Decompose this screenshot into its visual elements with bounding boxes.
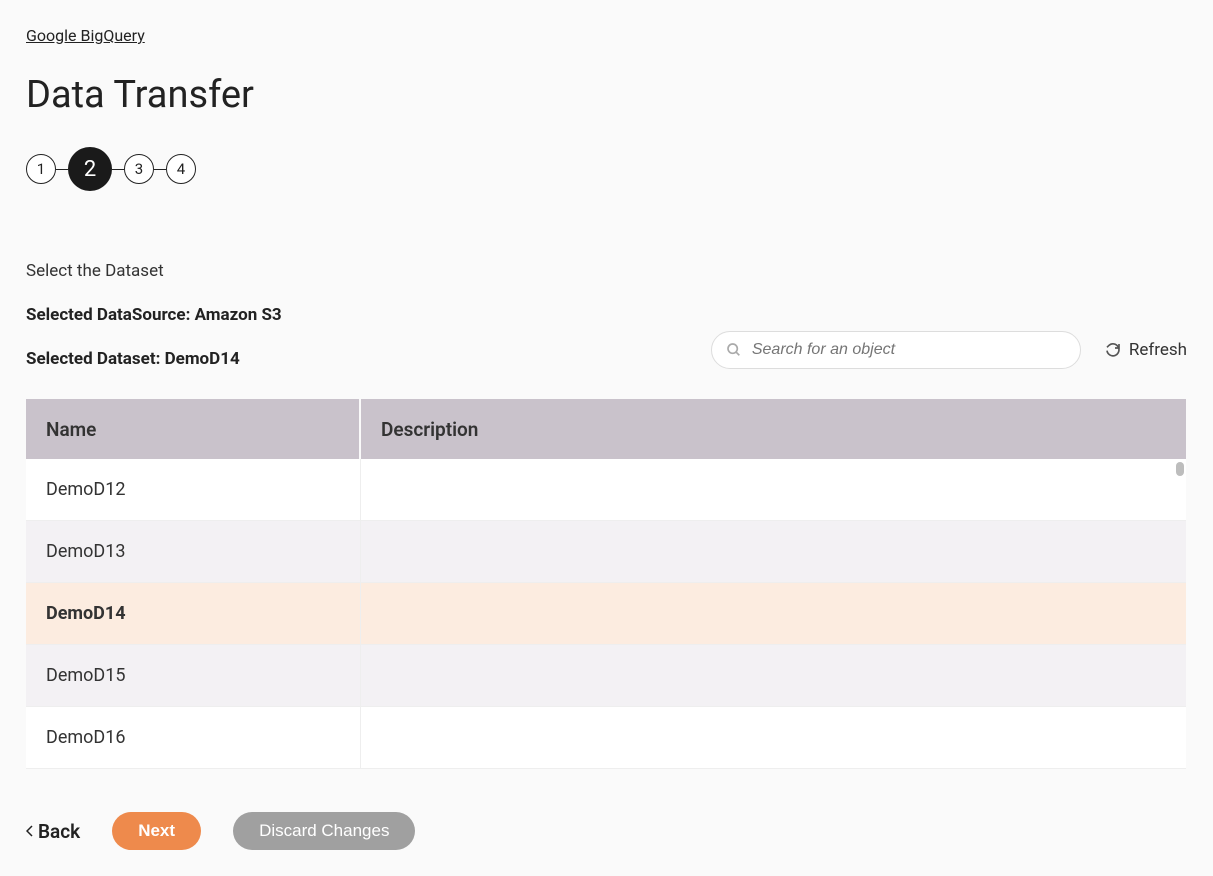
cell-description [361, 645, 1186, 706]
scroll-thumb[interactable] [1176, 462, 1184, 476]
step-connector [112, 169, 124, 170]
table-row[interactable]: DemoD12 [26, 459, 1186, 521]
table-row[interactable]: DemoD14 [26, 583, 1186, 645]
selected-dataset: Selected Dataset: DemoD14 [26, 349, 282, 369]
refresh-label: Refresh [1129, 340, 1187, 360]
cell-description [361, 521, 1186, 582]
table-header: Name Description [26, 399, 1186, 459]
dataset-table: Name Description DemoD12DemoD13DemoD14De… [26, 399, 1186, 771]
cell-description [361, 707, 1186, 768]
cell-name: DemoD13 [26, 521, 361, 582]
column-header-description[interactable]: Description [361, 399, 1186, 459]
table-row[interactable]: DemoD16 [26, 707, 1186, 769]
cell-name: DemoD15 [26, 645, 361, 706]
step-connector [56, 169, 68, 170]
table-row[interactable]: DemoD15 [26, 645, 1186, 707]
search-field[interactable] [711, 331, 1081, 369]
step-2[interactable]: 2 [68, 147, 112, 191]
breadcrumb-link[interactable]: Google BigQuery [26, 26, 145, 45]
selected-datasource: Selected DataSource: Amazon S3 [26, 305, 282, 325]
page-title: Data Transfer [26, 73, 1187, 117]
search-input[interactable] [752, 341, 1066, 359]
step-connector [154, 169, 166, 170]
refresh-button[interactable]: Refresh [1105, 340, 1187, 360]
cell-name: DemoD16 [26, 707, 361, 768]
instruction-text: Select the Dataset [26, 261, 1187, 281]
step-4[interactable]: 4 [166, 154, 196, 184]
step-3[interactable]: 3 [124, 154, 154, 184]
chevron-left-icon [26, 825, 34, 837]
table-row[interactable]: DemoD13 [26, 521, 1186, 583]
refresh-icon [1105, 342, 1121, 358]
cell-description [361, 459, 1186, 520]
search-icon [726, 342, 742, 358]
table-body: DemoD12DemoD13DemoD14DemoD15DemoD16 [26, 459, 1186, 771]
next-button[interactable]: Next [112, 812, 201, 850]
cell-name: DemoD14 [26, 583, 361, 644]
column-header-name[interactable]: Name [26, 399, 361, 459]
step-1[interactable]: 1 [26, 154, 56, 184]
cell-name: DemoD12 [26, 459, 361, 520]
discard-button[interactable]: Discard Changes [233, 812, 415, 850]
back-button[interactable]: Back [26, 820, 80, 843]
stepper: 1234 [26, 147, 1187, 191]
back-label: Back [38, 820, 80, 843]
cell-description [361, 583, 1186, 644]
